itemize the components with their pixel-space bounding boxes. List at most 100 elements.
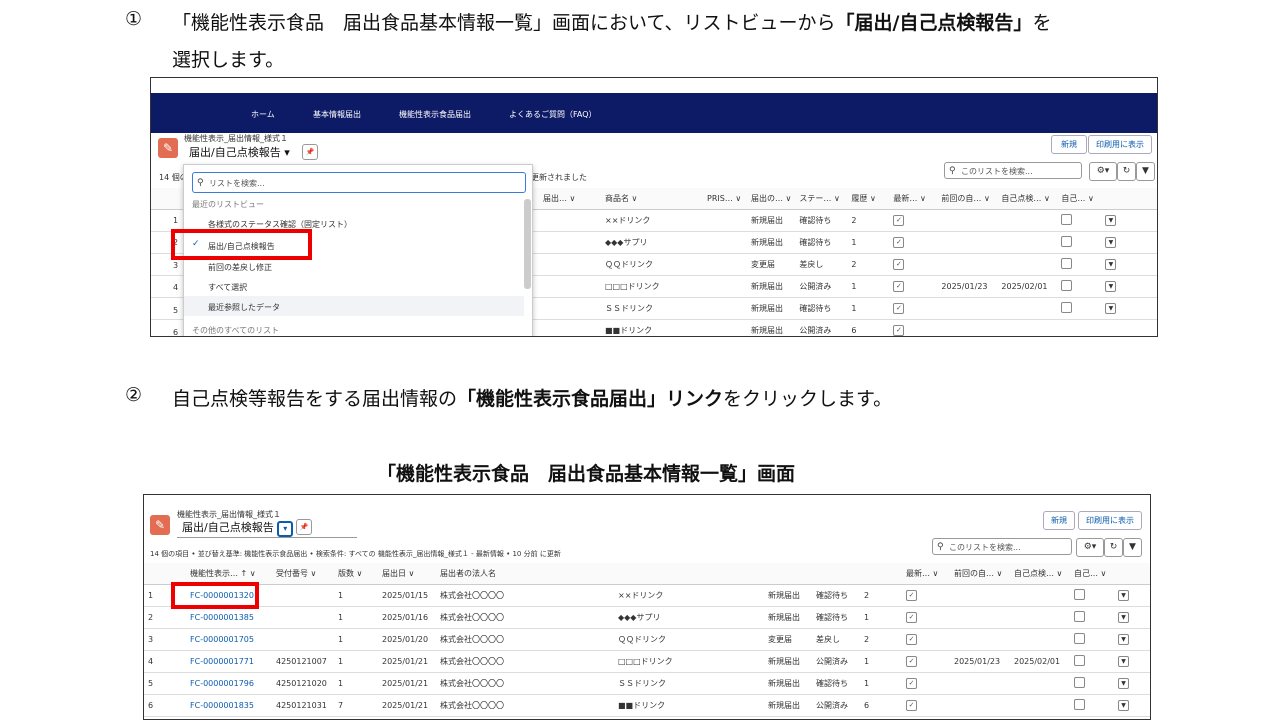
table-row: 2 FC-0000001385 1 2025/01/16 株式会社〇〇〇〇 ◆◆◆サプリ新… <box>144 606 1150 629</box>
latest-checkbox: ✓ <box>893 281 905 292</box>
chevron-down-icon[interactable]: ▾ <box>277 521 294 537</box>
row-action-icon[interactable]: ▼ <box>1118 656 1129 667</box>
list-view-option[interactable]: 最近参照したデータ <box>208 302 280 313</box>
pin-icon[interactable]: 📌 <box>302 144 318 160</box>
col-header[interactable]: ステー… ∨ <box>795 188 848 210</box>
receipt-number <box>272 606 334 629</box>
dropdown-scrollbar[interactable] <box>524 199 531 289</box>
col-header[interactable]: 自己… ∨ <box>1057 188 1102 210</box>
product-name: ◆◆◆サプリ <box>614 606 764 629</box>
row-number: 4 <box>144 650 186 673</box>
col-header[interactable]: 自己… ∨ <box>1070 563 1114 585</box>
product-name: ＱＱドリンク <box>614 628 764 651</box>
version: 1 <box>334 672 378 695</box>
status: 公開済み <box>812 650 860 673</box>
gear-icon[interactable]: ⚙▾ <box>1076 538 1104 557</box>
nav-basic-info[interactable]: 基本情報届出 <box>313 109 361 120</box>
row-action-icon[interactable]: ▼ <box>1118 678 1129 689</box>
row-number: 5 <box>173 306 179 315</box>
col-header[interactable]: 前回の自… ∨ <box>937 188 998 210</box>
col-header[interactable]: PRIS… ∨ <box>703 188 747 210</box>
col-header[interactable]: 受付番号 ∨ <box>272 563 334 585</box>
chevron-down-icon[interactable]: ▾ <box>284 146 290 159</box>
func-food-link[interactable]: FC-0000001705 <box>186 628 272 651</box>
col-header[interactable]: 届出の… ∨ <box>747 188 796 210</box>
history: 6 <box>860 694 902 717</box>
list-view-option[interactable]: 前回の差戻し修正 <box>208 262 272 273</box>
col-header[interactable]: 届出… ∨ <box>539 188 601 210</box>
status: 差戻し <box>795 253 848 276</box>
row-action-icon[interactable]: ▼ <box>1118 700 1129 711</box>
row-number: 1 <box>173 216 179 225</box>
col-header[interactable]: 商品名 ∨ <box>601 188 703 210</box>
list-search-input[interactable]: このリストを検索... <box>932 538 1072 556</box>
print-view-button[interactable]: 印刷用に表示 <box>1078 511 1142 530</box>
col-header[interactable]: 版数 ∨ <box>334 563 378 585</box>
col-header[interactable]: 自己点検… ∨ <box>997 188 1058 210</box>
list-view-selector[interactable]: 届出/自己点検報告 ▾ <box>182 519 294 537</box>
row-action-icon[interactable]: ▼ <box>1105 281 1117 292</box>
product-name: ■■ドリンク <box>601 319 703 336</box>
table-row: 1 FC-0000001320 1 2025/01/15 株式会社〇〇〇〇 ××ドリンク新… <box>144 584 1150 607</box>
new-button[interactable]: 新規 <box>1051 135 1087 154</box>
col-header[interactable]: 最新… ∨ <box>889 188 938 210</box>
row-number: 2 <box>144 606 186 629</box>
col-header[interactable]: 最新… ∨ <box>902 563 950 585</box>
history: 6 <box>847 319 890 336</box>
refresh-icon[interactable]: ↻ <box>1117 162 1136 181</box>
nav-home[interactable]: ホーム <box>251 109 275 120</box>
prev-self-check <box>950 694 1010 717</box>
row-action-icon[interactable]: ▼ <box>1105 303 1117 314</box>
history: 1 <box>847 297 890 320</box>
table-row: 5 FC-0000001796 4250121020 1 2025/01/21 株式会社〇… <box>144 672 1150 695</box>
func-food-link[interactable]: FC-0000001835 <box>186 694 272 717</box>
nav-faq[interactable]: よくあるご質問（FAQ） <box>509 109 597 120</box>
step2-number: ② <box>125 384 143 406</box>
row-action-icon[interactable]: ▼ <box>1118 612 1129 623</box>
history: 2 <box>847 253 890 276</box>
list-search-input[interactable]: このリストを検索... <box>944 162 1082 180</box>
row-action-icon[interactable]: ▼ <box>1105 259 1117 270</box>
latest-checkbox: ✓ <box>906 634 917 645</box>
self-checkbox <box>1061 258 1073 269</box>
col-header[interactable]: 届出日 ∨ <box>378 563 436 585</box>
func-food-link[interactable]: FC-0000001385 <box>186 606 272 629</box>
corp-name: 株式会社〇〇〇〇 <box>436 628 614 651</box>
row-action-icon[interactable]: ▼ <box>1118 634 1129 645</box>
nav-func-food[interactable]: 機能性表示食品届出 <box>399 109 471 120</box>
list-view-option[interactable]: すべて選択 <box>208 282 247 293</box>
product-name: □□□ドリンク <box>601 275 703 298</box>
latest-checkbox: ✓ <box>893 259 905 270</box>
product-name: ＳＳドリンク <box>614 672 764 695</box>
status: 公開済み <box>812 694 860 717</box>
product-name: ＳＳドリンク <box>601 297 703 320</box>
filing-type: 新規届出 <box>764 672 812 695</box>
filter-icon[interactable]: ▼ <box>1123 538 1142 557</box>
latest-checkbox: ✓ <box>893 303 905 314</box>
self-checkbox <box>1061 280 1073 291</box>
col-header[interactable]: 自己点検… ∨ <box>1010 563 1070 585</box>
row-action-icon[interactable]: ▼ <box>1105 215 1117 226</box>
self-check-date <box>997 297 1058 320</box>
col-header[interactable]: 届出者の法人名 <box>436 563 614 585</box>
pin-icon[interactable]: 📌 <box>296 519 312 535</box>
row-action-icon[interactable]: ▼ <box>1118 590 1129 601</box>
filter-icon[interactable]: ▼ <box>1136 162 1155 181</box>
print-view-button[interactable]: 印刷用に表示 <box>1088 135 1152 154</box>
status: 確認待ち <box>795 297 848 320</box>
filing-date: 2025/01/21 <box>378 650 436 673</box>
new-button[interactable]: 新規 <box>1043 511 1075 530</box>
col-header[interactable]: 前回の自… ∨ <box>950 563 1010 585</box>
list-view-selector[interactable]: 届出/自己点検報告 ▾ <box>189 144 290 160</box>
func-food-link[interactable]: FC-0000001796 <box>186 672 272 695</box>
row-action-icon[interactable]: ▼ <box>1105 237 1117 248</box>
refresh-icon[interactable]: ↻ <box>1104 538 1123 557</box>
list-view-search-input[interactable]: リストを検索... <box>192 172 526 194</box>
gear-icon[interactable]: ⚙▾ <box>1089 162 1117 181</box>
status: 確認待ち <box>812 584 860 607</box>
corp-name: 株式会社〇〇〇〇 <box>436 650 614 673</box>
col-header[interactable]: 履歴 ∨ <box>847 188 890 210</box>
func-food-link[interactable]: FC-0000001771 <box>186 650 272 673</box>
filing-type: 新規届出 <box>764 606 812 629</box>
row-number: 5 <box>144 672 186 695</box>
